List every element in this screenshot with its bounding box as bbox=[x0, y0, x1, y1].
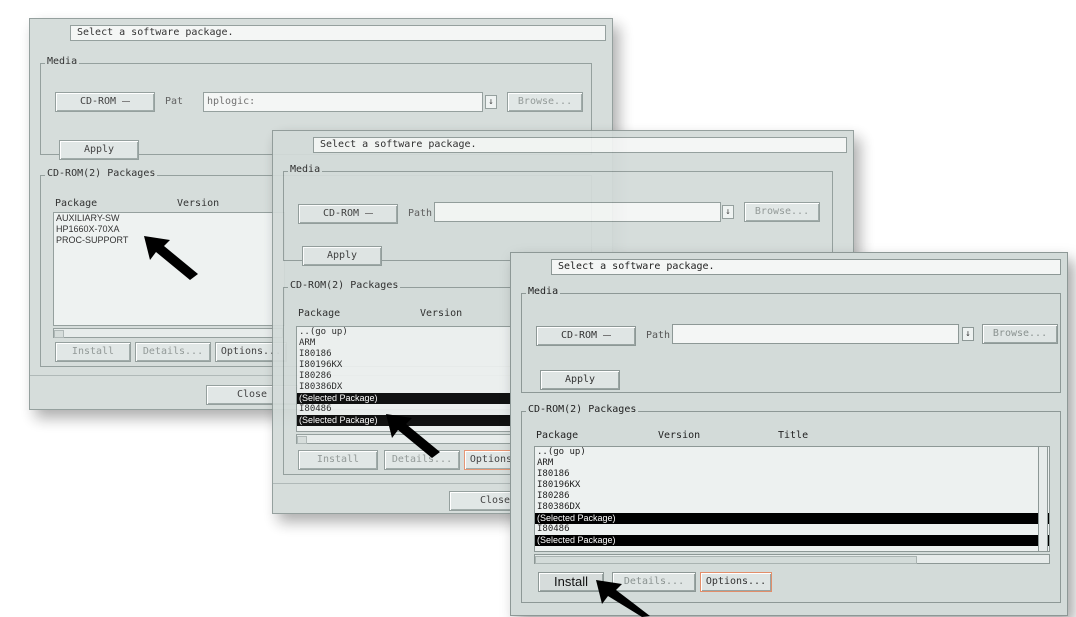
status-text: Select a software package. bbox=[77, 27, 234, 38]
package-name: ARM bbox=[537, 458, 554, 468]
package-name: I80186 bbox=[537, 469, 570, 479]
status-text: Select a software package. bbox=[558, 261, 715, 272]
path-input[interactable]: hplogic: bbox=[203, 92, 483, 112]
selected-list-item[interactable]: (Selected Package) bbox=[535, 535, 1049, 546]
download-icon[interactable]: ↓ bbox=[722, 205, 734, 219]
packages-group: CD-ROM(2) Packages Package Version Title… bbox=[521, 404, 1061, 603]
column-header-package: Package bbox=[298, 308, 341, 319]
dropdown-menu-icon bbox=[603, 334, 612, 336]
path-label: Path bbox=[646, 330, 671, 341]
options-button[interactable]: Options... bbox=[700, 572, 772, 592]
media-dropdown[interactable]: CD-ROM bbox=[298, 204, 398, 224]
apply-button[interactable]: Apply bbox=[59, 140, 139, 160]
list-item[interactable]: I80286 bbox=[535, 491, 1049, 502]
package-name: I80486 bbox=[299, 404, 332, 414]
scroll-thumb[interactable] bbox=[54, 330, 64, 338]
package-name: PROC-SUPPORT bbox=[56, 235, 129, 245]
packages-label: CD-ROM(2) Packages bbox=[526, 404, 639, 415]
horizontal-scrollbar[interactable] bbox=[534, 554, 1050, 564]
list-item[interactable]: I80186 bbox=[535, 469, 1049, 480]
media-label: Media bbox=[526, 286, 561, 297]
package-name: I80186 bbox=[299, 349, 332, 359]
scroll-thumb[interactable] bbox=[297, 436, 307, 444]
browse-button[interactable]: Browse... bbox=[982, 324, 1058, 344]
horizontal-scrollbar[interactable] bbox=[53, 328, 283, 338]
list-item[interactable]: I80386DX bbox=[535, 502, 1049, 513]
dropdown-menu-icon bbox=[365, 212, 374, 214]
package-list[interactable]: ..(go up) ARM I80186 I80196KX I80286 I80… bbox=[534, 446, 1050, 552]
scroll-thumb[interactable] bbox=[535, 556, 917, 564]
list-item[interactable]: I80196KX bbox=[535, 480, 1049, 491]
package-name: I80286 bbox=[537, 491, 570, 501]
arrow-pointer-icon bbox=[386, 414, 440, 458]
package-name: I80386DX bbox=[537, 502, 581, 512]
status-text: Select a software package. bbox=[320, 139, 477, 150]
package-name: (Selected Package) bbox=[537, 513, 616, 523]
column-header-package: Package bbox=[55, 198, 98, 209]
browse-button[interactable]: Browse... bbox=[744, 202, 820, 222]
media-value: CD-ROM bbox=[322, 208, 360, 219]
package-name: ..(go up) bbox=[537, 447, 586, 457]
path-label: Pat bbox=[165, 96, 184, 107]
path-label: Path bbox=[408, 208, 433, 219]
package-name: (Selected Package) bbox=[537, 535, 616, 545]
selected-list-item[interactable]: (Selected Package) bbox=[535, 513, 1049, 524]
media-value: CD-ROM bbox=[79, 96, 117, 107]
arrow-pointer-icon bbox=[144, 236, 198, 280]
list-item[interactable]: AUXILIARY-SW bbox=[54, 213, 284, 224]
status-bar: Select a software package. bbox=[313, 137, 847, 153]
column-header-version: Version bbox=[420, 308, 463, 319]
packages-label: CD-ROM(2) Packages bbox=[45, 168, 158, 179]
package-name: I80486 bbox=[537, 524, 570, 534]
status-bar: Select a software package. bbox=[551, 259, 1061, 275]
package-name: I80286 bbox=[299, 371, 332, 381]
path-input[interactable] bbox=[672, 324, 959, 344]
media-group: Media CD-ROM Path ↓ Browse... Apply bbox=[283, 164, 833, 266]
apply-button[interactable]: Apply bbox=[302, 246, 382, 266]
list-item[interactable]: I80486 bbox=[535, 524, 1049, 535]
dropdown-menu-icon bbox=[122, 100, 131, 102]
apply-button[interactable]: Apply bbox=[540, 370, 620, 390]
status-bar: Select a software package. bbox=[70, 25, 606, 41]
media-group: Media CD-ROM Path ↓ Browse... Apply bbox=[521, 286, 1061, 393]
list-item[interactable]: ARM bbox=[535, 458, 1049, 469]
download-icon[interactable]: ↓ bbox=[485, 95, 497, 109]
path-input[interactable] bbox=[434, 202, 721, 222]
packages-label: CD-ROM(2) Packages bbox=[288, 280, 401, 291]
package-name: ..(go up) bbox=[299, 327, 348, 337]
package-name: I80196KX bbox=[299, 360, 343, 370]
media-dropdown[interactable]: CD-ROM bbox=[536, 326, 636, 346]
vertical-scrollbar[interactable] bbox=[1038, 446, 1048, 552]
package-name: HP1660X-70XA bbox=[56, 224, 120, 234]
package-name: ARM bbox=[299, 338, 316, 348]
column-header-package: Package bbox=[536, 430, 579, 441]
media-label: Media bbox=[288, 164, 323, 175]
package-name: AUXILIARY-SW bbox=[56, 213, 120, 223]
install-button[interactable]: Install bbox=[298, 450, 378, 470]
package-name: I80196KX bbox=[537, 480, 581, 490]
details-button[interactable]: Details... bbox=[135, 342, 211, 362]
package-name: (Selected Package) bbox=[299, 393, 378, 403]
download-icon[interactable]: ↓ bbox=[962, 327, 974, 341]
dialog-window-3: Select a software package. Media CD-ROM … bbox=[510, 252, 1068, 616]
media-value: CD-ROM bbox=[560, 330, 598, 341]
install-button[interactable]: Install bbox=[55, 342, 131, 362]
column-header-version: Version bbox=[658, 430, 701, 441]
arrow-pointer-icon bbox=[596, 580, 650, 617]
media-dropdown[interactable]: CD-ROM bbox=[55, 92, 155, 112]
media-label: Media bbox=[45, 56, 80, 67]
column-header-version: Version bbox=[177, 198, 220, 209]
column-header-title: Title bbox=[778, 430, 809, 441]
list-item[interactable]: ..(go up) bbox=[535, 447, 1049, 458]
path-value: hplogic: bbox=[207, 96, 256, 107]
package-name: (Selected Package) bbox=[299, 415, 378, 425]
browse-button[interactable]: Browse... bbox=[507, 92, 583, 112]
package-name: I80386DX bbox=[299, 382, 343, 392]
